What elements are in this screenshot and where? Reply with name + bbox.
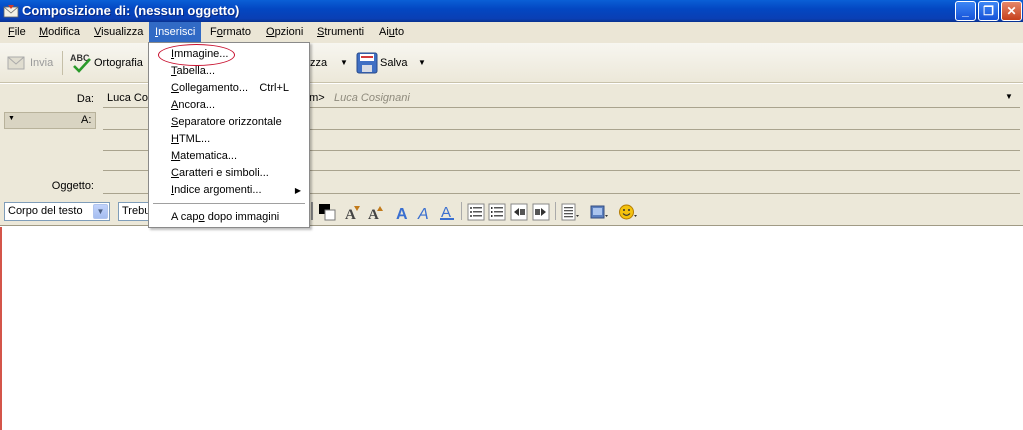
svg-text:A: A [368, 207, 379, 221]
menu-item-break-below-images[interactable]: A capo dopo immagini [149, 209, 309, 226]
menu-formato[interactable]: Formato [204, 22, 257, 43]
subject-label: Oggetto: [51, 180, 94, 192]
save-button[interactable]: Salva ▼ [354, 49, 430, 77]
minimize-button[interactable]: _ [955, 1, 976, 21]
menu-separator [153, 203, 305, 204]
font-larger-icon[interactable]: A [366, 203, 384, 221]
font-smaller-icon[interactable]: A [343, 203, 361, 221]
outdent-icon[interactable] [510, 203, 528, 221]
toolbar-separator [62, 51, 63, 75]
svg-text:A: A [396, 206, 408, 221]
spelling-button[interactable]: ABC Ortografia [68, 49, 148, 77]
italic-icon[interactable]: A [416, 203, 434, 221]
send-button[interactable]: Invia [4, 49, 56, 77]
menu-aiuto[interactable]: Aiuto [373, 22, 410, 43]
close-button[interactable]: ✕ [1001, 1, 1022, 21]
text-color-icon[interactable] [318, 203, 336, 221]
align-icon[interactable] [561, 203, 579, 221]
spellcheck-icon: ABC [70, 53, 91, 73]
insert-image-icon[interactable] [590, 203, 608, 221]
from-identity: Luca Cosignani [334, 92, 410, 104]
menu-inserisci[interactable]: Inserisci [149, 22, 202, 43]
menu-file[interactable]: File [2, 22, 32, 43]
indent-icon[interactable] [532, 203, 550, 221]
paragraph-style-select[interactable]: Corpo del testo ▼ [4, 202, 110, 221]
svg-text:A: A [345, 207, 356, 221]
annotation-ellipse [158, 44, 235, 66]
security-button[interactable]: zza ▼ [310, 49, 350, 77]
from-label: Da: [76, 93, 94, 105]
menu-strumenti[interactable]: Strumenti [311, 22, 370, 43]
from-dropdown-arrow[interactable]: ▼ [1005, 92, 1013, 101]
floppy-disk-icon [356, 52, 378, 74]
underline-icon[interactable]: A [438, 203, 456, 221]
menu-modifica[interactable]: Modifica [33, 22, 86, 43]
menu-opzioni[interactable]: Opzioni [260, 22, 309, 43]
menu-item-math[interactable]: Matematica... [149, 148, 309, 165]
security-dropdown-arrow[interactable]: ▼ [340, 49, 348, 77]
menu-visualizza[interactable]: Visualizza [88, 22, 149, 43]
menu-item-anchor[interactable]: Ancora... [149, 97, 309, 114]
smiley-icon[interactable] [619, 203, 637, 221]
recipient-type-label: A: [81, 114, 92, 126]
menu-item-table[interactable]: Tabella... [149, 63, 309, 80]
from-value-start: Luca Cos [107, 92, 154, 104]
menu-bar: File Modifica Visualizza Inserisci Forma… [0, 22, 1023, 43]
toolbar-separator [311, 202, 313, 220]
paragraph-style-arrow: ▼ [93, 204, 108, 219]
submenu-arrow-icon: ▶ [294, 186, 301, 195]
svg-text:A: A [417, 206, 429, 221]
numbered-list-icon[interactable] [488, 203, 506, 221]
recipient-type-select[interactable]: ▼ A: [4, 112, 96, 129]
menu-item-table-of-contents[interactable]: Indice argomenti... ▶ [149, 182, 309, 199]
window-title: Composizione di: (nessun oggetto) [22, 3, 240, 18]
menu-item-link[interactable]: Collegamento... Ctrl+L [149, 80, 309, 97]
menu-item-horizontal-line[interactable]: Separatore orizzontale [149, 114, 309, 131]
toolbar-separator [461, 202, 462, 220]
save-dropdown-arrow[interactable]: ▼ [418, 49, 426, 77]
title-bar: Composizione di: (nessun oggetto) _ ❐ ✕ [0, 0, 1023, 22]
recipient-type-arrow: ▼ [8, 115, 15, 122]
bold-icon[interactable]: A [394, 203, 412, 221]
insert-menu-dropdown: Immagine... Tabella... Collegamento... Ct… [148, 42, 310, 228]
menu-item-html[interactable]: HTML... [149, 131, 309, 148]
compose-app-icon [3, 5, 19, 18]
send-icon [7, 56, 25, 70]
toolbar-separator [555, 202, 556, 220]
maximize-button[interactable]: ❐ [978, 1, 999, 21]
menu-item-characters-symbols[interactable]: Caratteri e simboli... [149, 165, 309, 182]
message-body-editor[interactable] [0, 227, 1023, 430]
bullet-list-icon[interactable] [467, 203, 485, 221]
